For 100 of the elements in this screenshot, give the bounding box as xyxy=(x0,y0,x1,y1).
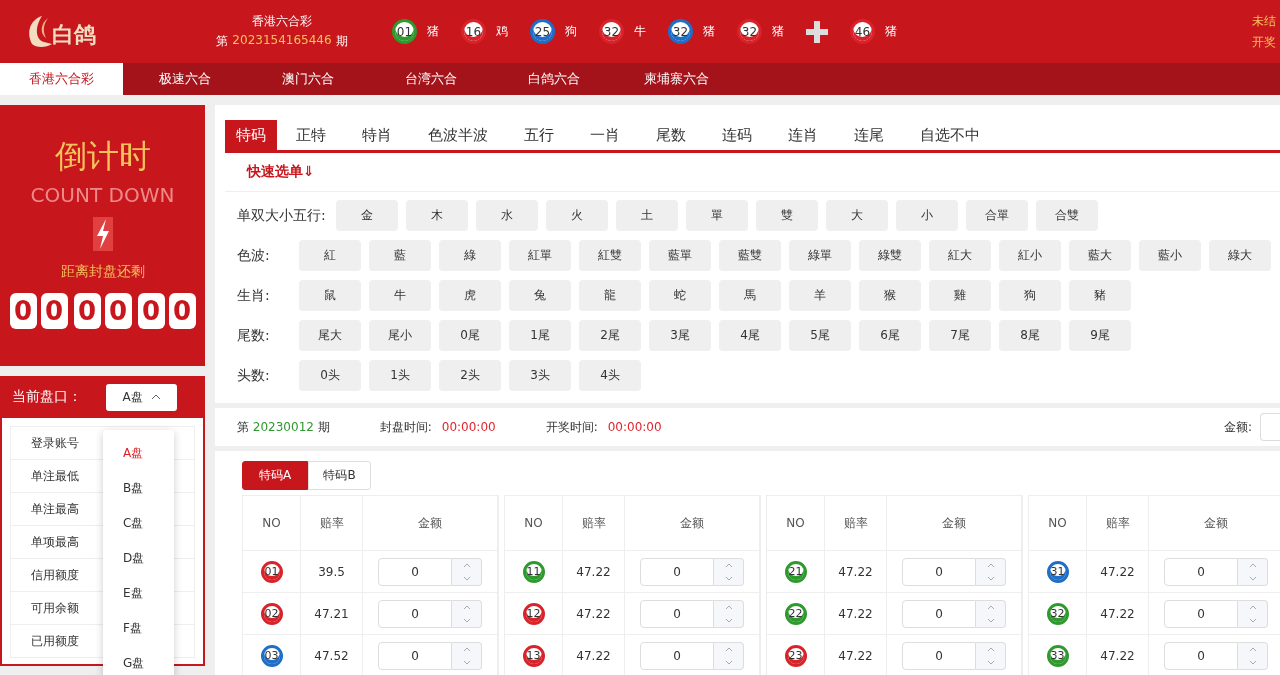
game-tab[interactable]: 连肖 xyxy=(777,120,829,150)
quick-select-button[interactable]: 1头 xyxy=(369,360,431,391)
amount-field[interactable]: 0 xyxy=(902,641,976,670)
quick-select-button[interactable]: 猴 xyxy=(859,280,921,311)
quick-select-button[interactable]: 火 xyxy=(545,200,608,231)
stepper-control[interactable] xyxy=(452,641,482,670)
game-tab[interactable]: 特肖 xyxy=(351,120,403,150)
quick-select-button[interactable]: 合單 xyxy=(965,200,1028,231)
quick-select-button[interactable]: 大 xyxy=(825,200,888,231)
bet-tab[interactable]: 特码B xyxy=(308,461,371,490)
lottery-tab[interactable]: 极速六合 xyxy=(123,63,246,95)
amount-field[interactable]: 0 xyxy=(1164,599,1238,628)
quick-select-button[interactable]: 尾大 xyxy=(299,320,361,351)
quick-select-button[interactable]: 藍單 xyxy=(649,240,711,271)
quick-select-button[interactable]: 木 xyxy=(405,200,468,231)
quick-select-button[interactable]: 藍大 xyxy=(1069,240,1131,271)
result-note[interactable]: 开奖 xyxy=(1252,33,1276,51)
quick-select-button[interactable]: 藍雙 xyxy=(719,240,781,271)
quick-select-button[interactable]: 綠 xyxy=(439,240,501,271)
quick-select-button[interactable]: 綠雙 xyxy=(859,240,921,271)
quick-select-button[interactable]: 土 xyxy=(615,200,678,231)
quick-select-button[interactable]: 藍小 xyxy=(1139,240,1201,271)
quick-select-button[interactable]: 雞 xyxy=(929,280,991,311)
quick-select-button[interactable]: 合雙 xyxy=(1035,200,1098,231)
game-tab[interactable]: 连尾 xyxy=(843,120,895,150)
quick-select-button[interactable]: 水 xyxy=(475,200,538,231)
quick-select-button[interactable]: 虎 xyxy=(439,280,501,311)
game-tab[interactable]: 尾数 xyxy=(645,120,697,150)
game-tab[interactable]: 色波半波 xyxy=(417,120,499,150)
amount-field[interactable]: 0 xyxy=(902,599,976,628)
quick-select-button[interactable]: 紅單 xyxy=(509,240,571,271)
game-tab[interactable]: 一肖 xyxy=(579,120,631,150)
quick-select-button[interactable]: 蛇 xyxy=(649,280,711,311)
stepper-control[interactable] xyxy=(1238,557,1268,586)
quick-select-button[interactable]: 雙 xyxy=(755,200,818,231)
quick-select-button[interactable]: 龍 xyxy=(579,280,641,311)
quick-select-button[interactable]: 7尾 xyxy=(929,320,991,351)
quick-select-button[interactable]: 綠單 xyxy=(789,240,851,271)
stepper-control[interactable] xyxy=(1238,599,1268,628)
quick-select-button[interactable]: 紅 xyxy=(299,240,361,271)
quick-select-button[interactable]: 鼠 xyxy=(299,280,361,311)
stepper-control[interactable] xyxy=(714,599,744,628)
quick-select-button[interactable]: 0尾 xyxy=(439,320,501,351)
quick-select-button[interactable]: 紅雙 xyxy=(579,240,641,271)
quick-select-button[interactable]: 紅小 xyxy=(999,240,1061,271)
quick-select-button[interactable]: 3头 xyxy=(509,360,571,391)
result-note[interactable]: 未结 xyxy=(1252,12,1276,30)
amount-field[interactable]: 0 xyxy=(378,641,452,670)
quick-select-button[interactable]: 5尾 xyxy=(789,320,851,351)
lottery-tab[interactable]: 台湾六合 xyxy=(369,63,492,95)
lottery-tab[interactable]: 澳门六合 xyxy=(246,63,369,95)
quick-select-button[interactable]: 0头 xyxy=(299,360,361,391)
quick-select-button[interactable]: 8尾 xyxy=(999,320,1061,351)
quick-select-button[interactable]: 羊 xyxy=(789,280,851,311)
quick-select-button[interactable]: 2头 xyxy=(439,360,501,391)
quick-select-button[interactable]: 兔 xyxy=(509,280,571,311)
stepper-control[interactable] xyxy=(452,557,482,586)
amount-field[interactable]: 0 xyxy=(640,641,714,670)
quick-select-button[interactable]: 單 xyxy=(685,200,748,231)
amount-field[interactable]: 0 xyxy=(640,599,714,628)
game-tab[interactable]: 自选不中 xyxy=(909,120,991,150)
quick-select-button[interactable]: 1尾 xyxy=(509,320,571,351)
quick-select-button[interactable]: 4头 xyxy=(579,360,641,391)
quick-select-button[interactable]: 2尾 xyxy=(579,320,641,351)
stepper-control[interactable] xyxy=(976,599,1006,628)
stepper-control[interactable] xyxy=(976,557,1006,586)
stepper-control[interactable] xyxy=(452,599,482,628)
bet-tab[interactable]: 特码A xyxy=(242,461,308,490)
game-tab[interactable]: 五行 xyxy=(513,120,565,150)
quick-select-button[interactable]: 紅大 xyxy=(929,240,991,271)
game-tab[interactable]: 连码 xyxy=(711,120,763,150)
amount-field[interactable]: 0 xyxy=(378,599,452,628)
quick-select-button[interactable]: 牛 xyxy=(369,280,431,311)
stepper-control[interactable] xyxy=(714,557,744,586)
quick-select-button[interactable]: 金 xyxy=(335,200,398,231)
quick-select-button[interactable]: 藍 xyxy=(369,240,431,271)
game-tab[interactable]: 正特 xyxy=(285,120,337,150)
lottery-tab[interactable]: 柬埔寨六合 xyxy=(615,63,738,95)
amount-field[interactable]: 0 xyxy=(1164,557,1238,586)
quick-select-button[interactable]: 小 xyxy=(895,200,958,231)
quick-select-button[interactable]: 9尾 xyxy=(1069,320,1131,351)
stepper-control[interactable] xyxy=(1238,641,1268,670)
quick-select-button[interactable]: 尾小 xyxy=(369,320,431,351)
quick-select-button[interactable]: 6尾 xyxy=(859,320,921,351)
amount-field[interactable]: 0 xyxy=(1164,641,1238,670)
quick-select-button[interactable]: 3尾 xyxy=(649,320,711,351)
amount-input[interactable] xyxy=(1260,413,1280,441)
amount-field[interactable]: 0 xyxy=(378,557,452,586)
game-tab[interactable]: 特码 xyxy=(225,120,277,150)
quick-select-button[interactable]: 4尾 xyxy=(719,320,781,351)
stepper-control[interactable] xyxy=(976,641,1006,670)
amount-field[interactable]: 0 xyxy=(640,557,714,586)
quick-select-button[interactable]: 綠大 xyxy=(1209,240,1271,271)
stepper-control[interactable] xyxy=(714,641,744,670)
quick-select-button[interactable]: 狗 xyxy=(999,280,1061,311)
quick-select-button[interactable]: 豬 xyxy=(1069,280,1131,311)
amount-field[interactable]: 0 xyxy=(902,557,976,586)
lottery-tab[interactable]: 白鸽六合 xyxy=(492,63,615,95)
handicap-select[interactable]: A盘 xyxy=(106,383,177,411)
lottery-tab[interactable]: 香港六合彩 xyxy=(0,63,123,95)
